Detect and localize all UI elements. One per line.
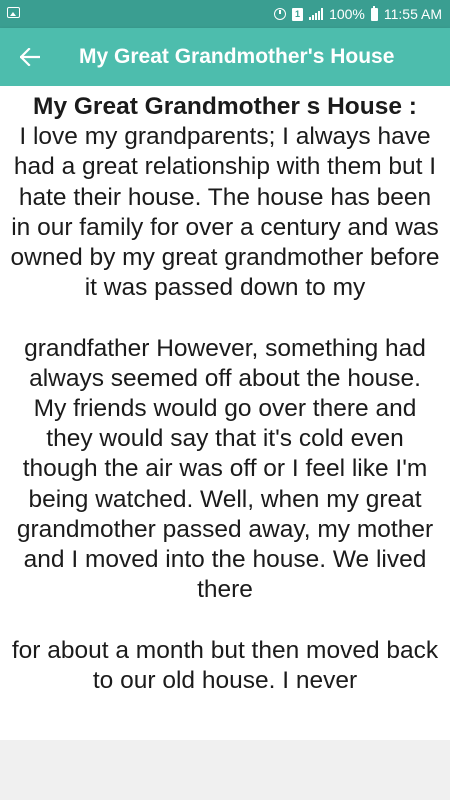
clock: 11:55 AM [383, 6, 442, 22]
battery-percentage: 100% [329, 6, 365, 22]
article-heading: My Great Grandmother s House : [33, 93, 417, 120]
gallery-notification-icon [7, 7, 20, 18]
article-paragraph: I love my grandparents; I always have ha… [10, 123, 440, 302]
arrow-left-icon [20, 48, 40, 66]
sim-icon: 1 [292, 7, 304, 21]
article-paragraph: for about a month but then moved back to… [11, 636, 439, 694]
signal-icon [309, 8, 324, 20]
article-scroll-area[interactable]: My Great Grandmother s House : I love my… [0, 86, 450, 746]
back-button[interactable] [14, 41, 46, 73]
battery-icon [370, 5, 378, 21]
app-bar: My Great Grandmother's House [0, 28, 450, 86]
page-title: My Great Grandmother's House [79, 45, 395, 68]
article-body: My Great Grandmother s House : I love my… [0, 86, 450, 696]
status-bar: 1 100% 11:55 AM [0, 0, 450, 28]
alarm-icon [274, 8, 287, 20]
bottom-bar [0, 740, 450, 800]
status-icons: 1 100% 11:55 AM [274, 5, 442, 23]
article-paragraph: grandfather However, something had alway… [16, 334, 434, 604]
